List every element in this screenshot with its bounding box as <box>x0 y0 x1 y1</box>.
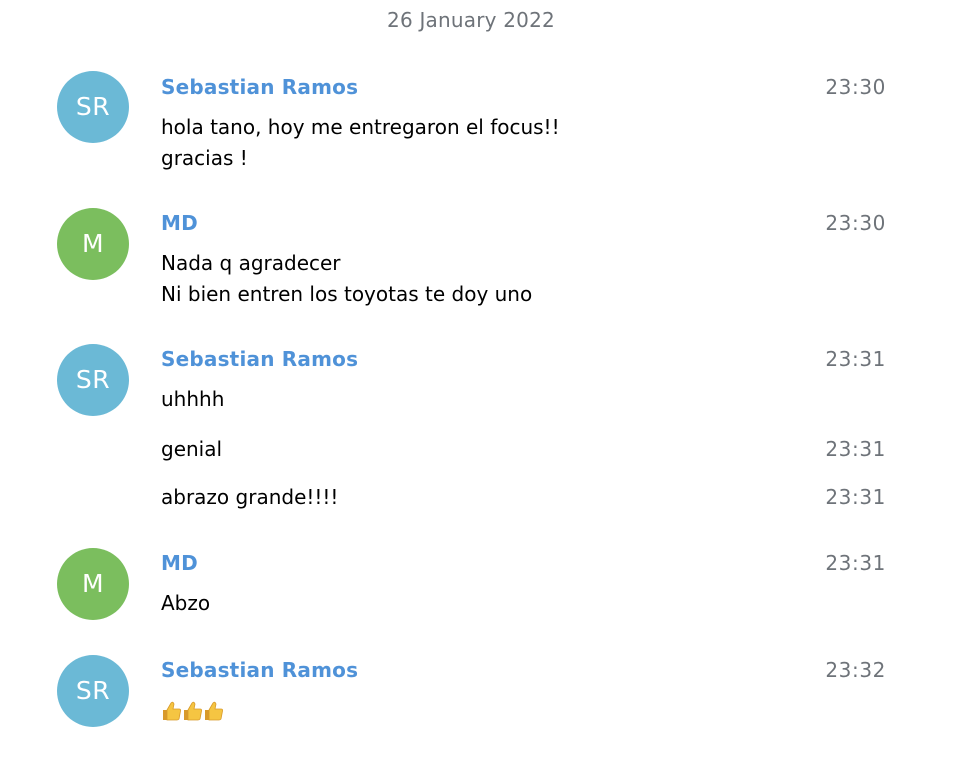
avatar[interactable]: SR <box>57 655 129 727</box>
message-text-line: hola tano, hoy me entregaron el focus!! <box>161 115 560 139</box>
thumbs-up-icon <box>163 701 181 721</box>
thumbs-up-icon <box>184 701 202 721</box>
message-time: 23:31 <box>825 485 886 509</box>
thumbs-up-icon <box>205 701 223 721</box>
emoji-row <box>161 701 224 721</box>
avatar[interactable]: SR <box>57 344 129 416</box>
message-time: 23:30 <box>825 211 886 235</box>
sender-name[interactable]: MD <box>161 211 198 235</box>
message-text-line: genial <box>161 437 223 461</box>
message-time: 23:31 <box>825 551 886 575</box>
message-time: 23:32 <box>825 658 886 682</box>
message-text-line: Abzo <box>161 591 211 615</box>
avatar[interactable]: M <box>57 208 129 280</box>
date-separator: 26 January 2022 <box>387 8 555 32</box>
sender-name[interactable]: Sebastian Ramos <box>161 347 358 371</box>
sender-name[interactable]: MD <box>161 551 198 575</box>
message-time: 23:31 <box>825 347 886 371</box>
sender-name[interactable]: Sebastian Ramos <box>161 658 358 682</box>
message-time: 23:30 <box>825 75 886 99</box>
message-text-line: Ni bien entren los toyotas te doy uno <box>161 282 533 306</box>
message-text-line: gracias ! <box>161 146 248 170</box>
sender-name[interactable]: Sebastian Ramos <box>161 75 358 99</box>
message-text-line: Nada q agradecer <box>161 251 341 275</box>
avatar[interactable]: SR <box>57 71 129 143</box>
avatar[interactable]: M <box>57 548 129 620</box>
message-text-line: abrazo grande!!!! <box>161 485 339 509</box>
message-text-line: uhhhh <box>161 387 225 411</box>
message-time: 23:31 <box>825 437 886 461</box>
